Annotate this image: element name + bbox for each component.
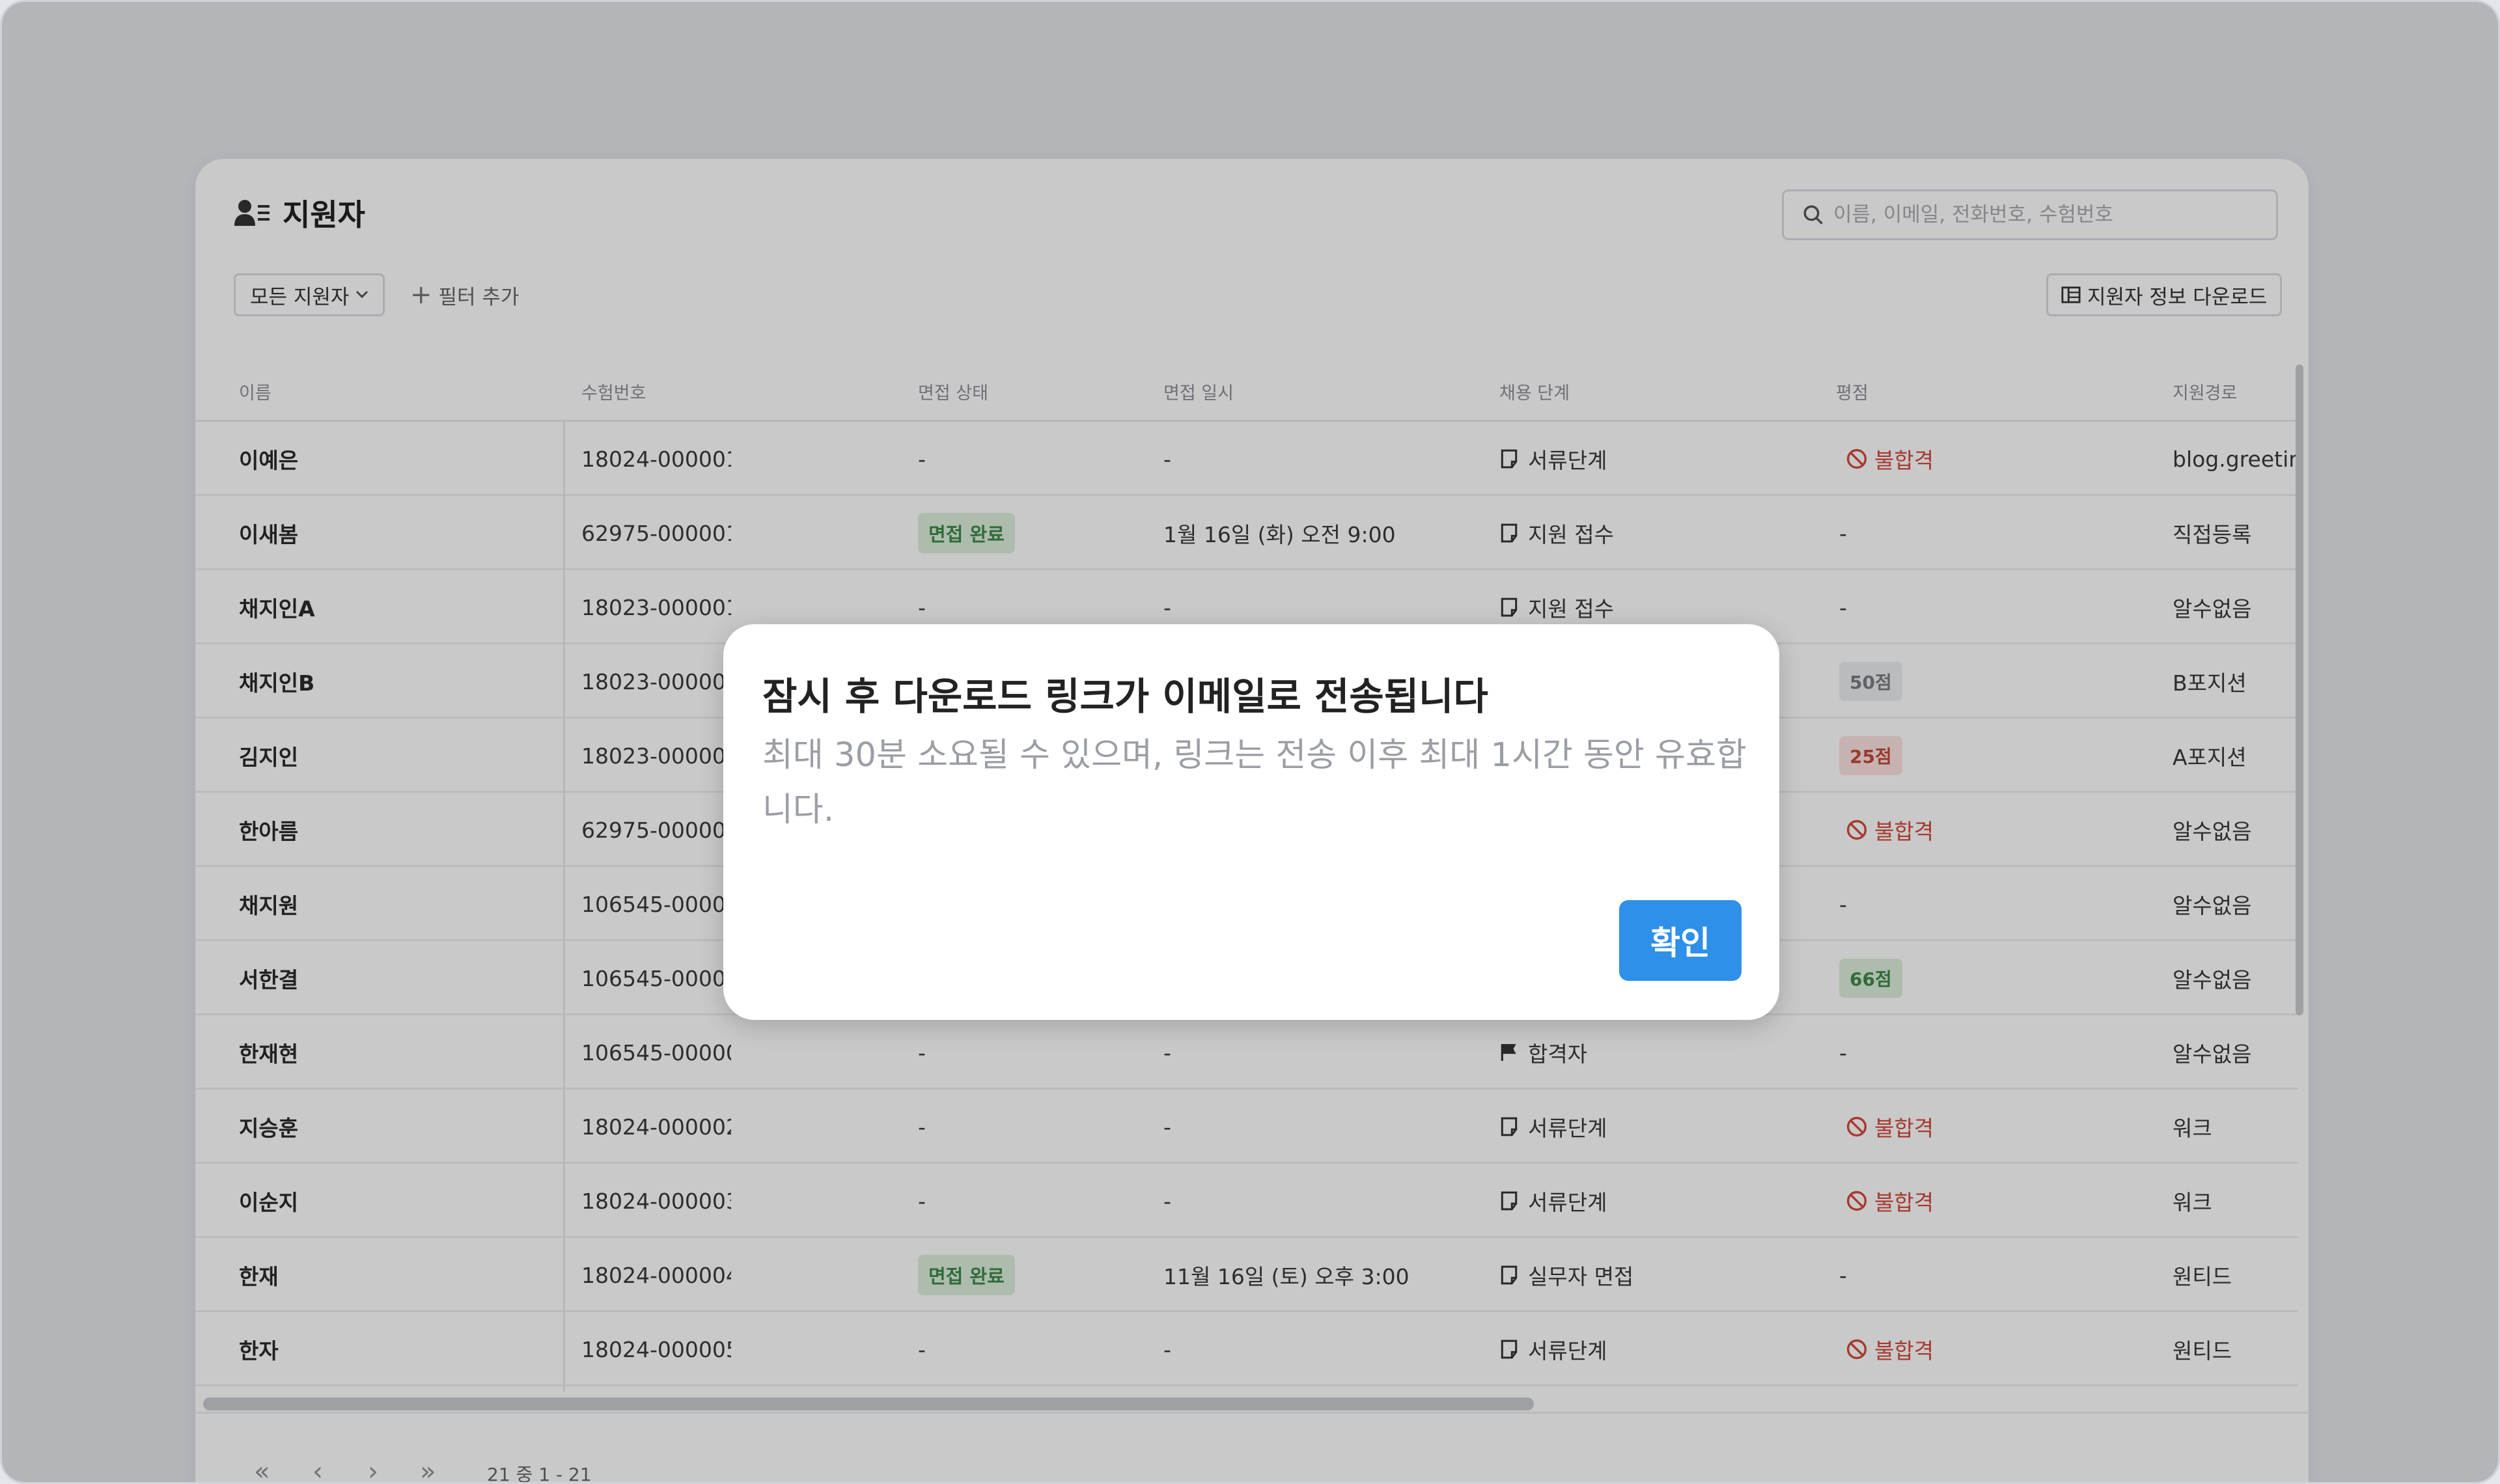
dialog-message: 최대 30분 소요될 수 있으며, 링크는 전송 이후 최대 1시간 동안 유효… bbox=[762, 736, 1747, 829]
screen-frame: 지원자 모든 지원자 + 필터 추가 bbox=[0, 0, 2500, 1484]
download-notice-dialog: 잠시 후 다운로드 링크가 이메일로 전송됩니다 최대 30분 소요될 수 있으… bbox=[723, 624, 1779, 1020]
confirm-button[interactable]: 확인 bbox=[1619, 900, 1742, 981]
dialog-title: 잠시 후 다운로드 링크가 이메일로 전송됩니다 bbox=[762, 674, 1488, 719]
